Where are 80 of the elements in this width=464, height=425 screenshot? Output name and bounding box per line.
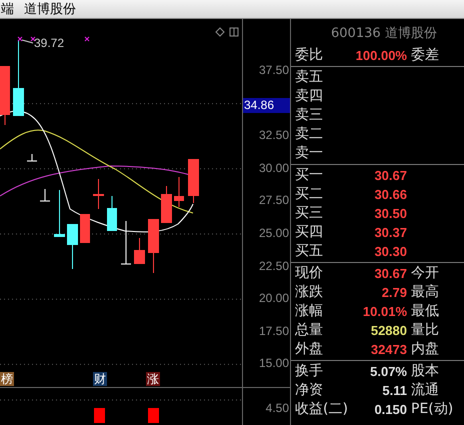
doji-candlestick (40, 188, 50, 202)
candlestick (93, 178, 104, 210)
current-price-tag: 34.86 (243, 98, 290, 114)
candlestick (148, 218, 159, 274)
bid-level-label: 买三 (294, 204, 324, 223)
leader-line (22, 40, 34, 44)
axis-label: 22.50 (258, 258, 289, 273)
field-value: 0.150 (373, 401, 407, 419)
field-value: 5.11 (381, 382, 407, 400)
field-label: PE(动) (410, 400, 454, 419)
event-tag[interactable]: 涨 (146, 372, 160, 386)
diamond-icon[interactable] (215, 27, 225, 37)
stock-header: 600136 道博股份 (330, 25, 438, 43)
bid-level-label: 买二 (294, 185, 324, 204)
panel-icon[interactable] (229, 27, 239, 37)
doji-candlestick (26, 154, 38, 162)
field-label: 流通 (410, 381, 439, 400)
bid-price: 30.30 (373, 243, 407, 261)
field-label: 内盘 (410, 340, 439, 359)
field-label: 涨幅 (294, 302, 324, 321)
ask-level-label: 卖一 (294, 144, 324, 163)
field-label: 换手 (294, 362, 324, 381)
field-label: 今开 (410, 264, 439, 283)
candlestick (67, 224, 78, 270)
candlestick (80, 214, 90, 244)
candlestick (134, 238, 145, 264)
field-label: 收益(二) (294, 400, 349, 419)
field-value: 100.00% (355, 47, 407, 65)
candlestick (174, 176, 184, 208)
ask-level-label: 卖三 (294, 106, 324, 125)
axis-label: 25.00 (258, 226, 289, 240)
ask-level-label: 卖二 (294, 125, 324, 144)
axis-label: 20.00 (258, 291, 289, 306)
cross-marker (84, 36, 90, 42)
axis-label: 27.50 (258, 193, 289, 208)
bid-price: 30.37 (373, 224, 407, 242)
field-value: 5.07% (369, 363, 407, 381)
stock-name: 道博股份 (24, 1, 76, 18)
cross-marker (30, 36, 36, 42)
field-value: 2.79 (380, 284, 407, 302)
event-tag[interactable]: 榜 (0, 372, 14, 386)
field-label: 委差 (410, 46, 439, 65)
field-label: 最高 (410, 283, 439, 302)
high-price-label: 39.72 (34, 36, 64, 50)
ask-level-label: 卖四 (294, 87, 324, 106)
window-title: 端 (1, 1, 14, 18)
bid-level-label: 买四 (294, 223, 324, 242)
event-tag[interactable]: 财 (93, 372, 107, 386)
cross-marker (18, 36, 22, 42)
doji-candlestick (120, 220, 132, 264)
candlestick (188, 158, 199, 204)
bid-price: 30.50 (373, 205, 407, 223)
field-label: 委比 (294, 46, 324, 65)
field-value: 30.67 (373, 265, 407, 283)
candlestick (107, 196, 117, 232)
candlestick (161, 186, 172, 224)
candlestick (54, 190, 65, 238)
field-label: 外盘 (294, 340, 324, 359)
axis-label: 4.50 (266, 400, 290, 414)
axis-label: 37.50 (258, 63, 289, 77)
field-label: 股本 (410, 362, 439, 381)
axis-label: 15.00 (258, 356, 289, 370)
candlestick (0, 66, 10, 126)
bid-price: 30.66 (373, 186, 407, 204)
field-label: 现价 (294, 264, 324, 283)
field-label: 最低 (410, 302, 439, 321)
field-label: 量比 (410, 321, 439, 340)
field-value: 32473 (370, 341, 407, 359)
bid-level-label: 买五 (294, 242, 324, 261)
axis-label: 32.50 (258, 128, 289, 142)
field-label: 总量 (294, 321, 324, 340)
field-label: 涨跌 (294, 283, 324, 302)
field-label: 净资 (294, 381, 324, 400)
field-value: 10.01% (362, 303, 407, 321)
bid-level-label: 买一 (294, 166, 324, 185)
field-value: 52880 (370, 322, 407, 340)
axis-label: 30.00 (258, 160, 289, 175)
bid-price: 30.67 (373, 167, 407, 185)
ask-level-label: 卖五 (294, 68, 324, 87)
axis-label: 17.50 (258, 324, 289, 338)
